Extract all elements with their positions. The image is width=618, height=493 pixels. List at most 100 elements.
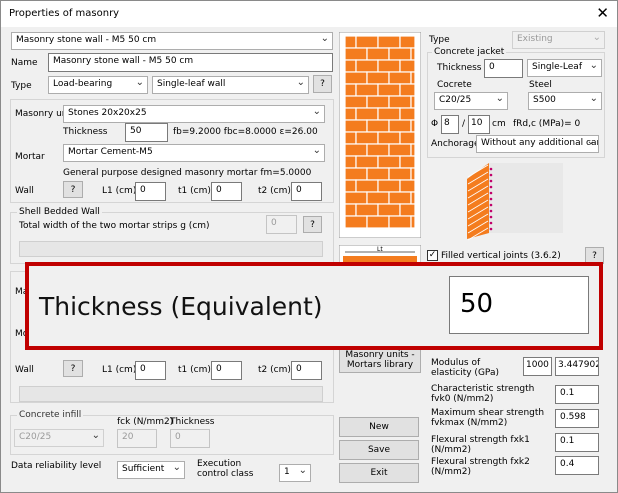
type-label: Type (11, 81, 32, 91)
brick (366, 71, 390, 85)
chevron-down-icon: ⌄ (91, 430, 100, 441)
modulus-field[interactable]: 1000 (523, 357, 552, 376)
brick (355, 131, 379, 145)
cm-label: cm (492, 119, 506, 129)
fvkmax-field[interactable]: 0.598 (555, 409, 599, 428)
right-type-select[interactable]: Existing ⌄ (512, 31, 605, 49)
anchor-pin (489, 197, 493, 201)
fxk1-field[interactable]: 0.1 (555, 433, 599, 452)
brick (344, 107, 357, 121)
l1-label: L1 (cm) (102, 186, 137, 196)
shell-scrollbar[interactable] (19, 241, 323, 257)
brick (366, 167, 390, 181)
brick (399, 131, 416, 145)
mortar-select[interactable]: Mortar Cement-M5 ⌄ (63, 144, 325, 162)
jacket-illustration (467, 163, 563, 241)
infill-thickness-field[interactable]: 0 (170, 429, 210, 448)
concrete-label: Cocrete (437, 80, 472, 90)
brick (399, 155, 416, 169)
jacket-steel-select[interactable]: S500 ⌄ (528, 92, 602, 110)
exit-button[interactable]: Exit (339, 463, 419, 483)
brick (344, 131, 357, 145)
phi-field[interactable]: 8 (441, 115, 459, 134)
dimension-label: Lt (377, 246, 383, 253)
t1-field[interactable]: 0 (211, 182, 242, 201)
masonry-unit-select[interactable]: Stones 20x20x25 ⌄ (63, 105, 325, 123)
library-button[interactable]: Masonry units - Mortars library (339, 347, 421, 373)
brick (344, 179, 357, 193)
brick (410, 71, 416, 85)
jacket-leaf-select[interactable]: Single-Leaf ⌄ (527, 59, 602, 77)
chevron-down-icon: ⌄ (592, 32, 601, 43)
jacket-steel-value: S500 (533, 95, 556, 105)
shell-help-button[interactable]: ? (303, 216, 322, 233)
help-button[interactable]: ? (313, 75, 332, 93)
execution-class-value: 1 (284, 467, 290, 477)
new-button[interactable]: New (339, 417, 419, 437)
chevron-down-icon: ⌄ (296, 77, 305, 88)
fxk2-field[interactable]: 0.4 (555, 456, 599, 475)
execution-class-select[interactable]: 1 ⌄ (279, 464, 311, 482)
l1-field[interactable]: 0 (135, 182, 166, 201)
anchorage-select[interactable]: Without any additional care ⌄ (476, 135, 599, 153)
brick (355, 107, 379, 121)
chevron-down-icon: ⌄ (589, 93, 598, 104)
masonry-select[interactable]: Masonry stone wall - M5 50 cm ⌄ (11, 32, 333, 50)
reliability-select[interactable]: Sufficient ⌄ (117, 461, 185, 479)
reliability-label: Data reliability level (11, 461, 102, 471)
right-type-value: Existing (517, 34, 553, 44)
type-select[interactable]: Load-bearing ⌄ (48, 76, 148, 94)
chevron-down-icon: ⌄ (312, 145, 321, 156)
brick (377, 131, 401, 145)
brick (399, 59, 416, 73)
brick (344, 203, 357, 217)
t1-field-2[interactable]: 0 (211, 361, 242, 380)
fvk0-field[interactable]: 0.1 (555, 385, 599, 404)
brick (388, 191, 412, 205)
lower-scrollbar[interactable] (19, 386, 323, 402)
infill-concrete-select[interactable]: C20/25 ⌄ (14, 429, 104, 447)
modulus-label: Modulus of elasticity (GPa) (431, 358, 499, 378)
leaf-select[interactable]: Single-leaf wall ⌄ (152, 76, 309, 94)
brick (388, 167, 412, 181)
filled-joints-checkbox[interactable]: ✓ (427, 250, 438, 261)
fxk2-label: Flexural strength fxk2 (N/mm2) (431, 457, 530, 477)
close-icon[interactable]: ✕ (596, 4, 609, 22)
wall-help-button-2[interactable]: ? (63, 360, 83, 377)
brick (344, 35, 357, 49)
brick (388, 47, 412, 61)
brick (377, 203, 401, 217)
thickness-field[interactable]: 50 (125, 123, 168, 142)
brick (399, 203, 416, 217)
brick (377, 35, 401, 49)
save-button[interactable]: Save (339, 440, 419, 460)
l1-field-2[interactable]: 0 (135, 361, 166, 380)
jacket-thickness-field[interactable]: 0 (484, 59, 523, 78)
anchorage-label: Anchorage (431, 139, 480, 149)
chevron-down-icon: ⌄ (495, 93, 504, 104)
brick (388, 71, 412, 85)
t2-field-2[interactable]: 0 (291, 361, 322, 380)
brick (366, 119, 390, 133)
brick (344, 143, 368, 157)
shell-width-field[interactable]: 0 (266, 215, 297, 234)
brick (344, 191, 368, 205)
zoom-thickness-field[interactable]: 50 (449, 276, 589, 334)
wall-dimension-diagram: Lt (339, 245, 421, 263)
fvk0-label: Characteristic strength fvk0 (N/mm2) (431, 384, 535, 404)
jacket-concrete-select[interactable]: C20/25 ⌄ (434, 92, 508, 110)
fck-field[interactable]: 20 (117, 429, 157, 448)
jacket-thickness-label: Thickness (437, 63, 482, 73)
chevron-down-icon: ⌄ (135, 77, 144, 88)
brick (344, 71, 368, 85)
l1-label-2: L1 (cm) (102, 365, 137, 375)
anchor-pin (489, 191, 493, 195)
anchor-pin (489, 215, 493, 219)
anchor-pin (489, 179, 493, 183)
brick (355, 35, 379, 49)
name-field[interactable]: Masonry stone wall - M5 50 cm (48, 53, 333, 72)
brick (366, 143, 390, 157)
wall-help-button[interactable]: ? (63, 181, 83, 198)
t2-field[interactable]: 0 (291, 182, 322, 201)
spacing-field[interactable]: 10 (468, 115, 490, 134)
